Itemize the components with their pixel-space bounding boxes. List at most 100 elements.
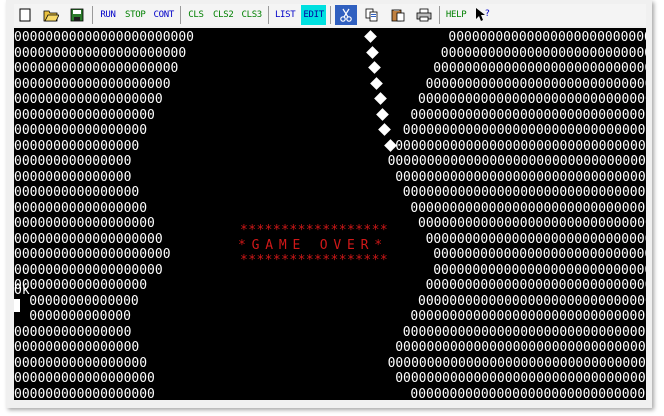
right-wall: 0000000000000000000000000000	[433, 262, 646, 278]
cls-button[interactable]: CLS	[185, 5, 207, 25]
open-folder-icon	[43, 10, 59, 22]
whats-this-help-icon: ?	[476, 8, 491, 21]
left-wall: 00000000000000000	[14, 123, 148, 138]
wall-row: 0000000000000000000000000000000000000000…	[14, 170, 646, 185]
left-wall: 00000000000000000	[14, 200, 148, 216]
copy-icon	[365, 8, 378, 22]
wall-row: 0000000000000000000000000000000000000000…	[14, 247, 646, 262]
wall-row: 0000000000000000000000000000000000000000…	[14, 123, 646, 138]
left-wall: 0000000000000000000000	[14, 45, 187, 61]
svg-text:?: ?	[485, 9, 490, 19]
left-wall: 0000000000000	[29, 309, 131, 324]
left-wall: 00000000000000000000	[14, 247, 171, 262]
copy-button[interactable]	[361, 5, 383, 25]
left-wall: 000000000000000000	[14, 216, 155, 231]
wall-row: 0000000000000000000000000000000000000000…	[14, 356, 646, 371]
paste-icon	[391, 9, 405, 22]
right-wall: 0000000000000000000000000000000	[410, 107, 646, 123]
right-wall: 00000000000000000000000000000	[425, 231, 646, 247]
toolbar-separator	[179, 6, 181, 24]
print-button[interactable]	[413, 5, 435, 25]
left-wall: 0000000000000000000	[14, 262, 163, 278]
right-wall: 000000000000000000000000000000	[418, 293, 646, 309]
left-wall: 0000000000000000000	[14, 92, 163, 107]
stop-button[interactable]: STOP	[123, 5, 147, 25]
wall-row: 0000000000000000000000000000000000000000…	[14, 263, 646, 278]
right-wall: 0000000000000000000000000000000	[410, 200, 646, 216]
new-file-button[interactable]	[14, 5, 36, 25]
run-button[interactable]: RUN	[97, 5, 119, 25]
wall-row: 0000000000000000000000000000000000000000…	[14, 92, 646, 107]
paste-button[interactable]	[387, 5, 409, 25]
cls2-button[interactable]: CLS2	[211, 5, 235, 25]
wall-row: 0000000000000000000000000000000000000000…	[14, 46, 646, 61]
edit-button[interactable]: EDIT	[301, 5, 326, 25]
left-wall: 000000000000000000	[14, 371, 155, 386]
left-wall: 000000000000000	[14, 324, 132, 340]
left-wall: 00000000000000000	[14, 355, 148, 371]
right-wall: 00000000000000000000000000000	[425, 76, 646, 92]
left-wall: 0000000000000000000	[14, 231, 163, 247]
cls3-button[interactable]: CLS3	[239, 5, 263, 25]
left-wall: 000000000000000000000	[14, 61, 179, 76]
wall-row: 0000000000000000000000000000000000000000…	[14, 30, 646, 45]
help-button[interactable]: HELP	[444, 5, 468, 25]
wall-row: 0000000000000000000000000000000000000000…	[14, 387, 646, 401]
right-wall: 0000000000000000000000000000	[433, 247, 646, 262]
whats-this-help-button[interactable]: ?	[472, 5, 494, 25]
new-file-icon	[19, 8, 31, 22]
wall-row: 0000000000000000000000000000000000000000…	[14, 325, 646, 340]
right-wall: 000000000000000000000000000000000	[395, 138, 646, 154]
right-wall: 0000000000000000000000000000	[433, 61, 646, 76]
wall-row: 0000000000000000000000000000000000000000…	[14, 201, 646, 216]
right-wall: 00000000000000000000000000000000	[402, 123, 646, 138]
left-wall: 0000000000000000	[14, 185, 140, 200]
wall-row: 0000000000000000000000000000000000000000…	[14, 154, 646, 169]
left-wall: 00000000000000000000	[14, 76, 171, 92]
right-wall: 0000000000000000000000000000000000	[387, 355, 646, 371]
list-button[interactable]: LIST	[273, 5, 297, 25]
right-wall: 00000000000000000000000000000000	[402, 324, 646, 340]
left-wall: 00000000000000000	[14, 278, 148, 293]
wall-row: 0000000000000000000000000000000000000000…	[14, 294, 646, 309]
wall-row: 0000000000000000000000000000000000000000…	[14, 216, 646, 231]
wall-row: 0000000000000000000000000000000000000000…	[14, 278, 646, 293]
left-wall: 000000000000000	[14, 154, 132, 169]
wall-row: 0000000000000000000000000000000000000000…	[14, 232, 646, 247]
right-wall: 0000000000000000000000000000000	[410, 309, 646, 324]
wall-row: 0000000000000000000000000000000000000000…	[14, 185, 646, 200]
left-wall: 000000000000000000	[14, 386, 155, 401]
wall-row: 0000000000000000000000000000000000000000…	[14, 61, 646, 76]
left-wall: 00000000000000000000000	[14, 30, 195, 45]
wall-row: 0000000000000000000000000000000000000000…	[14, 77, 646, 92]
right-wall: 000000000000000000000000000000000	[395, 371, 646, 386]
right-wall: 000000000000000000000000000000000	[395, 340, 646, 355]
wall-row: 0000000000000000000000000000000000000000…	[14, 139, 646, 154]
wall-row: 0000000000000000000000000000000000000000…	[14, 108, 646, 123]
cut-button[interactable]	[334, 5, 357, 25]
toolbar-separator	[329, 6, 331, 24]
toolbar: RUN STOP CONT CLS CLS2 CLS3 LIST EDIT HE…	[14, 4, 646, 26]
open-button[interactable]	[40, 5, 62, 25]
left-wall: 000000000000000	[14, 169, 132, 185]
right-wall: 00000000000000000000000000	[448, 30, 646, 45]
right-wall: 000000000000000000000000000	[440, 45, 646, 61]
right-wall: 000000000000000000000000000000	[418, 216, 646, 231]
toolbar-separator	[438, 6, 440, 24]
save-button[interactable]	[66, 5, 88, 25]
toolbar-separator	[267, 6, 269, 24]
wall-row: 0000000000000000000000000000000000000000…	[14, 371, 646, 386]
right-wall: 0000000000000000000000000000000000	[387, 154, 646, 169]
right-wall: 000000000000000000000000000000	[418, 92, 646, 107]
game-screen[interactable]: ****************** *GAME OVER* *********…	[14, 28, 646, 400]
save-disk-icon	[70, 8, 84, 22]
wall-row: 0000000000000000000000000000000000000000…	[14, 309, 646, 324]
cont-button[interactable]: CONT	[151, 5, 175, 25]
print-icon	[416, 8, 432, 22]
left-wall: 000000000000000000	[14, 107, 155, 123]
toolbar-separator	[92, 6, 93, 24]
cut-scissors-icon	[340, 8, 352, 22]
right-wall: 00000000000000000000000000000000	[402, 185, 646, 200]
right-wall: 000000000000000000000000000000000	[395, 169, 646, 185]
left-wall: 00000000000000	[29, 293, 139, 309]
